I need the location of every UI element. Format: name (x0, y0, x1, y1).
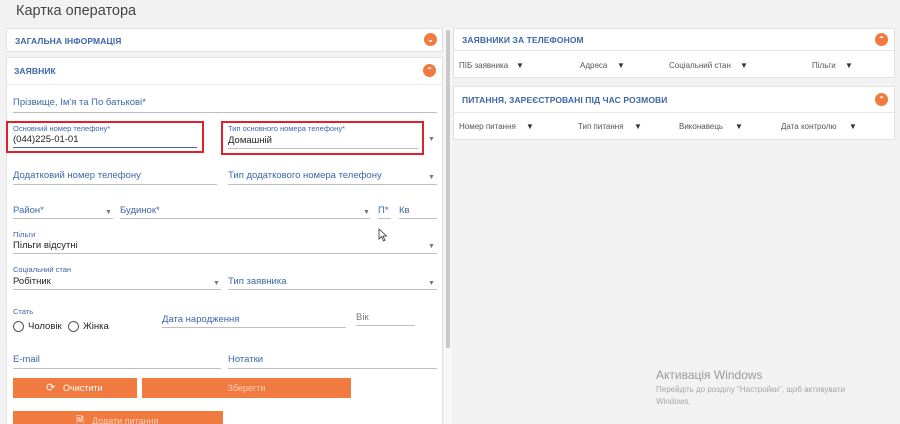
full-name-field[interactable] (13, 112, 437, 113)
notes-label: Нотатки (228, 354, 264, 365)
benefits-underline (13, 253, 437, 254)
extra-phone-type-label: Тип додаткового номера телефону (228, 170, 382, 181)
save-button[interactable]: Зберегти (142, 378, 351, 398)
filter-icon[interactable]: ▼ (516, 61, 524, 70)
birth-date-field[interactable] (162, 327, 346, 328)
refresh-icon: ⟳ (46, 382, 56, 394)
save-button-label: Зберегти (227, 383, 266, 393)
extra-phone-label: Додатковий номер телефону (13, 170, 141, 181)
filter-icon[interactable]: ▼ (634, 122, 642, 131)
mouse-cursor-icon (378, 228, 388, 242)
column-header-social-status[interactable]: Соціальний стан (669, 61, 731, 70)
chevron-up-icon[interactable]: ⌃ (423, 64, 436, 77)
entrance-label: П* (378, 205, 389, 216)
social-status-label: Соціальний стан (13, 265, 72, 274)
phone-applicants-title[interactable]: ЗАЯВНИКИ ЗА ТЕЛЕФОНОМ (462, 35, 584, 45)
chevron-up-icon[interactable]: ⌃ (875, 33, 888, 46)
main-phone-underline (13, 147, 197, 148)
building-select[interactable] (120, 218, 370, 219)
social-status-select[interactable]: Робітник (13, 276, 51, 287)
filter-icon[interactable]: ▼ (617, 61, 625, 70)
filter-icon[interactable]: ▼ (849, 122, 857, 131)
windows-activation-line2: Windows. (656, 397, 691, 406)
apartment-field[interactable] (399, 218, 437, 219)
divider (6, 84, 443, 85)
main-phone-type-underline (228, 148, 418, 149)
district-label: Район* (13, 205, 44, 216)
full-name-label: Прізвище, Ім'я та По батькові* (13, 97, 146, 108)
page-title: Картка оператора (16, 3, 137, 19)
benefits-select[interactable]: Пільги відсутні (13, 240, 78, 251)
column-header-control-date[interactable]: Дата контролю (781, 122, 836, 131)
chevron-down-icon[interactable]: ▼ (105, 209, 112, 216)
divider (453, 50, 895, 51)
applicant-type-label: Тип заявника (228, 276, 287, 287)
divider (453, 112, 895, 113)
chevron-down-icon[interactable]: ▼ (428, 243, 435, 250)
radio-male[interactable] (13, 321, 24, 332)
chevron-down-icon[interactable]: ▼ (428, 174, 435, 181)
column-header-name[interactable]: ПІБ заявника (459, 61, 508, 70)
general-info-panel: ЗАГАЛЬНА ІНФОРМАЦІЯ ⌄ (6, 28, 443, 52)
filter-icon[interactable]: ▼ (845, 61, 853, 70)
age-field[interactable] (356, 325, 415, 326)
clear-button[interactable]: ⟳ Очистити (13, 378, 137, 398)
main-phone-type-select[interactable]: Домашній (228, 135, 272, 146)
benefits-label: Пільги (13, 230, 36, 239)
windows-activation-title: Активація Windows (656, 368, 763, 382)
radio-female[interactable] (68, 321, 79, 332)
applicant-type-select[interactable] (228, 289, 437, 290)
clear-button-label: Очистити (63, 383, 103, 393)
gender-option-female: Жінка (83, 321, 109, 332)
chevron-down-icon[interactable]: ⌄ (424, 33, 437, 46)
gender-option-male: Чоловік (28, 321, 62, 332)
registered-questions-title[interactable]: ПИТАННЯ, ЗАРЕЄСТРОВАНІ ПІД ЧАС РОЗМОВИ (462, 95, 668, 105)
column-header-question-number[interactable]: Номер питання (459, 122, 516, 131)
document-icon: 🗎 (76, 416, 85, 424)
main-phone-input[interactable]: (044)225-01-01 (13, 134, 79, 145)
column-header-executor[interactable]: Виконавець (679, 122, 723, 131)
birth-date-label: Дата народження (162, 314, 240, 325)
main-phone-label: Основний номер телефону* (13, 124, 111, 133)
age-label: Вік (356, 312, 369, 323)
apartment-label: Кв (399, 205, 410, 216)
social-status-underline (13, 289, 221, 290)
chevron-down-icon[interactable]: ▼ (363, 209, 370, 216)
filter-icon[interactable]: ▼ (740, 61, 748, 70)
gender-label: Стать (13, 307, 34, 316)
extra-phone-type-select[interactable] (228, 184, 437, 185)
chevron-down-icon[interactable]: ▼ (428, 280, 435, 287)
applicant-title[interactable]: ЗАЯВНИК (14, 66, 56, 76)
entrance-field[interactable] (378, 218, 391, 219)
chevron-down-icon[interactable]: ▼ (428, 136, 435, 143)
add-question-button-label: Додати питання (92, 416, 159, 424)
email-field[interactable] (13, 368, 221, 369)
add-question-button[interactable]: 🗎 Додати питання (13, 411, 223, 424)
building-label: Будинок* (120, 205, 160, 216)
scrollbar-thumb[interactable] (446, 30, 450, 348)
filter-icon[interactable]: ▼ (526, 122, 534, 131)
general-info-title[interactable]: ЗАГАЛЬНА ІНФОРМАЦІЯ (15, 36, 121, 46)
chevron-up-icon[interactable]: ⌃ (875, 93, 888, 106)
column-header-question-type[interactable]: Тип питання (578, 122, 624, 131)
column-header-address[interactable]: Адреса (580, 61, 607, 70)
email-label: E-mail (13, 354, 40, 365)
filter-icon[interactable]: ▼ (735, 122, 743, 131)
extra-phone-field[interactable] (13, 184, 217, 185)
district-select[interactable] (13, 218, 113, 219)
main-phone-type-label: Тип основного номера телефону* (228, 124, 345, 133)
column-header-benefits[interactable]: Пільги (812, 61, 836, 70)
windows-activation-line1: Перейдіть до розділу "Настройки", щоб ак… (656, 385, 845, 394)
notes-field[interactable] (228, 368, 437, 369)
chevron-down-icon[interactable]: ▼ (213, 280, 220, 287)
